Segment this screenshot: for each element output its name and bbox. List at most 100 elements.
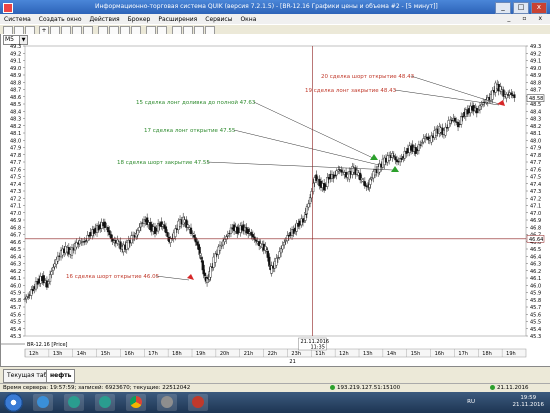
- candle-up: [56, 255, 59, 262]
- tray-time: 19:59: [520, 395, 537, 401]
- app-icon-2: [68, 396, 80, 408]
- candle-up: [281, 245, 284, 250]
- menu-system[interactable]: Система: [0, 16, 35, 23]
- mdi-restore-button[interactable]: ▫: [518, 15, 530, 22]
- menu-extensions[interactable]: Расширения: [154, 16, 201, 23]
- menu-broker[interactable]: Брокер: [124, 16, 155, 23]
- tray-clock[interactable]: 19:59 21.11.2016: [513, 395, 545, 409]
- last-price: 48.58: [529, 96, 543, 102]
- y-tick-label-left: 46.6: [10, 240, 21, 246]
- y-tick-label-left: 45.4: [10, 327, 21, 333]
- y-tick-label-right: 46.9: [530, 218, 541, 224]
- taskbar-app-3[interactable]: [95, 394, 115, 411]
- y-tick-label-right: 49.1: [530, 59, 541, 65]
- menu-bar: Система Создать окно Действия Брокер Рас…: [0, 14, 550, 24]
- menu-actions[interactable]: Действия: [85, 16, 123, 23]
- start-button[interactable]: [4, 393, 23, 412]
- candle-up: [138, 227, 141, 231]
- taskbar-chrome[interactable]: [126, 394, 146, 411]
- y-tick-label-left: 48.8: [10, 80, 21, 86]
- tab-oil[interactable]: нефть: [46, 369, 76, 383]
- language-indicator[interactable]: RU: [467, 399, 475, 405]
- y-tick-label-right: 45.5: [530, 320, 541, 326]
- minimize-button[interactable]: _: [495, 2, 511, 14]
- x-tick-label: 14h: [387, 351, 397, 357]
- crosshair-time: 11:35: [310, 345, 324, 351]
- candle-down: [31, 289, 34, 292]
- mdi-close-button[interactable]: x: [534, 15, 546, 22]
- y-tick-label-right: 48.5: [530, 102, 541, 108]
- y-tick-label-right: 49.3: [530, 44, 541, 50]
- y-tick-label-left: 48.0: [10, 138, 21, 144]
- x-tick-label: 12h: [339, 351, 349, 357]
- candle-down: [510, 92, 513, 95]
- y-tick-label-right: 48.7: [530, 88, 541, 94]
- app-icon-5: [161, 396, 173, 408]
- taskbar-app-2[interactable]: [64, 394, 84, 411]
- candle-up: [220, 245, 223, 247]
- candle-up: [275, 257, 278, 266]
- menu-services[interactable]: Сервисы: [201, 16, 236, 23]
- menu-create-window[interactable]: Создать окно: [35, 16, 86, 23]
- x-tick-label: 19h: [506, 351, 516, 357]
- y-tick-label-right: 45.6: [530, 312, 541, 318]
- candle-up: [52, 267, 55, 271]
- y-tick-label-right: 48.0: [530, 138, 541, 144]
- candle-down: [164, 226, 168, 233]
- menu-windows[interactable]: Окна: [236, 16, 260, 23]
- chrome-icon: [130, 396, 142, 408]
- candle-up: [186, 224, 189, 228]
- candle-down: [27, 296, 30, 298]
- window-tabs: Текущая таблица нефть: [0, 366, 550, 384]
- y-tick-label-left: 47.3: [10, 189, 21, 195]
- taskbar-app-1[interactable]: [33, 394, 53, 411]
- y-tick-label-right: 49.2: [530, 51, 541, 57]
- y-tick-label-left: 48.2: [10, 124, 21, 130]
- window-titlebar: Информационно-торговая система QUIK (вер…: [0, 0, 550, 14]
- taskbar-app-5[interactable]: [157, 394, 177, 411]
- candle-up: [136, 230, 139, 236]
- candle-up: [174, 228, 177, 237]
- y-tick-label-left: 46.7: [10, 233, 21, 239]
- y-tick-label-left: 47.9: [10, 146, 21, 152]
- taskbar-app-6[interactable]: [188, 394, 208, 411]
- candle-up: [420, 142, 424, 144]
- y-tick-label-right: 48.1: [530, 131, 541, 137]
- candle-down: [108, 230, 111, 236]
- candle-down: [450, 120, 453, 122]
- y-tick-label-left: 48.4: [10, 109, 21, 115]
- close-button[interactable]: x: [531, 2, 547, 14]
- y-tick-label-left: 46.2: [10, 269, 21, 275]
- x-tick-label: 11h: [315, 351, 325, 357]
- candle-down: [110, 234, 113, 239]
- maximize-button[interactable]: □: [513, 2, 529, 14]
- candle-up: [369, 179, 372, 185]
- candle-up: [335, 170, 338, 176]
- candle-up: [191, 232, 194, 235]
- candle-up: [305, 206, 309, 215]
- y-tick-label-left: 45.7: [10, 305, 21, 311]
- x-tick-label: 16h: [124, 351, 134, 357]
- y-tick-label-left: 45.6: [10, 312, 21, 318]
- x-tick-label: 15h: [411, 351, 421, 357]
- y-tick-label-right: 47.8: [530, 153, 541, 159]
- y-tick-label-left: 47.1: [10, 204, 21, 210]
- price-chart[interactable]: 49.3 49.349.2 49.249.1 49.149.0 49.048.9 48.9…: [1, 34, 550, 366]
- y-tick-label-right: 45.3: [530, 334, 541, 340]
- y-tick-label-right: 47.7: [530, 160, 541, 166]
- candle-up: [139, 223, 142, 228]
- candle-up: [308, 197, 312, 204]
- mdi-minimize-button[interactable]: _: [503, 15, 514, 22]
- y-tick-label-right: 46.4: [530, 254, 541, 260]
- date-status-icon: [490, 385, 495, 390]
- y-tick-label-left: 47.6: [10, 167, 21, 173]
- x-tick-label: 17h: [148, 351, 158, 357]
- app-icon-3: [99, 396, 111, 408]
- candle-down: [334, 175, 337, 177]
- candle-up: [226, 234, 229, 237]
- x-tick-label: 20h: [220, 351, 230, 357]
- y-tick-label-right: 47.9: [530, 146, 541, 152]
- y-tick-label-left: 46.5: [10, 247, 21, 253]
- candle-down: [194, 237, 197, 243]
- windows-taskbar: RU 19:59 21.11.2016: [0, 392, 550, 413]
